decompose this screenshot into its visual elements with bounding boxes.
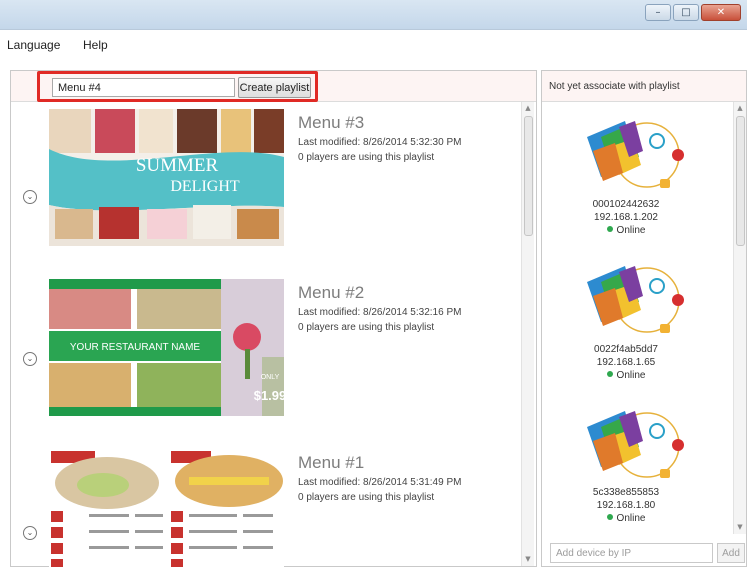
scroll-thumb[interactable] <box>524 116 533 236</box>
add-device-button[interactable]: Add <box>717 543 745 563</box>
playlist-thumbnail: YOUR RESTAURANT NAME ONLY $1.99 <box>49 279 284 416</box>
playlist-panel: Create playlist ⌄ SUMMER DE <box>10 70 537 567</box>
device-id: 5c338e855853 <box>592 487 660 498</box>
thumb-text: $1.99 <box>254 388 284 403</box>
highlight-box <box>37 71 318 102</box>
device-ip: 192.168.1.65 <box>596 357 656 368</box>
playlist-modified: Last modified: 8/26/2014 5:31:49 PM <box>298 477 462 488</box>
thumb-text: SUMMER <box>136 155 219 176</box>
device-status: Online <box>542 513 710 524</box>
playlist-players: 0 players are using this playlist <box>298 492 435 503</box>
playlist-toolbar: Create playlist <box>11 71 536 102</box>
playlist-title: Menu #1 <box>298 453 365 472</box>
window-controls: – □ ✕ <box>645 4 741 21</box>
chevron-down-icon[interactable]: ⌄ <box>23 526 37 540</box>
device-ip: 192.168.1.80 <box>596 500 656 511</box>
close-button[interactable]: ✕ <box>701 4 741 21</box>
add-device-ip-input[interactable] <box>550 543 713 563</box>
window-titlebar: – □ ✕ <box>0 0 747 30</box>
device-item[interactable]: 5c338e855853 192.168.1.80 Online <box>542 407 730 547</box>
playlist-title: Menu #3 <box>298 113 365 132</box>
scroll-thumb[interactable] <box>736 116 745 246</box>
playlist-players: 0 players are using this playlist <box>298 152 435 163</box>
scroll-up-icon[interactable]: ▲ <box>734 102 746 114</box>
device-item[interactable]: 000102442632 192.168.1.202 Online <box>542 117 730 257</box>
online-status-icon <box>606 226 613 232</box>
status-text: Online <box>616 513 646 524</box>
minimize-button[interactable]: – <box>645 4 671 21</box>
playlist-modified: Last modified: 8/26/2014 5:32:16 PM <box>298 307 462 318</box>
playlist-thumbnail: SUMMER DELIGHT <box>49 109 284 246</box>
scroll-down-icon[interactable]: ▼ <box>522 553 534 565</box>
device-id: 0022f4ab5dd7 <box>594 344 658 355</box>
playlist-item[interactable]: ⌄ YOUR RESTAURANT NAME ONLY $1.99 Menu # <box>11 279 519 429</box>
device-player-icon <box>587 266 684 333</box>
scroll-up-icon[interactable]: ▲ <box>522 102 534 114</box>
device-ip: 192.168.1.202 <box>594 212 658 223</box>
maximize-button[interactable]: □ <box>673 4 699 21</box>
devices-scrollbar[interactable]: ▲ ▼ <box>733 102 746 534</box>
chevron-down-icon[interactable]: ⌄ <box>23 352 37 366</box>
devices-panel: Not yet associate with playlist 00010244… <box>541 70 747 567</box>
device-id: 000102442632 <box>592 199 660 210</box>
scroll-down-icon[interactable]: ▼ <box>734 521 746 533</box>
playlist-modified: Last modified: 8/26/2014 5:32:30 PM <box>298 137 462 148</box>
playlist-scrollbar[interactable]: ▲ ▼ <box>521 102 534 566</box>
status-text: Online <box>616 370 646 381</box>
playlist-players: 0 players are using this playlist <box>298 322 435 333</box>
device-status: Online <box>542 225 710 236</box>
menu-help[interactable]: Help <box>83 38 108 52</box>
device-player-icon <box>587 411 684 478</box>
devices-header: Not yet associate with playlist <box>542 71 746 102</box>
playlist-item[interactable]: ⌄ SUMMER DELIGHT Menu #3 Last modified: … <box>11 109 519 259</box>
chevron-down-icon[interactable]: ⌄ <box>23 190 37 204</box>
playlist-thumbnail <box>49 449 284 567</box>
device-status: Online <box>542 370 710 381</box>
menubar: Language Help <box>0 30 747 70</box>
device-player-icon <box>587 121 684 188</box>
device-item[interactable]: 0022f4ab5dd7 192.168.1.65 Online <box>542 262 730 402</box>
online-status-icon <box>606 371 613 377</box>
thumb-text: DELIGHT <box>170 178 240 195</box>
thumb-text: YOUR RESTAURANT NAME <box>70 342 201 353</box>
menu-language[interactable]: Language <box>7 38 60 52</box>
status-text: Online <box>616 225 646 236</box>
playlist-title: Menu #2 <box>298 283 365 302</box>
playlist-item[interactable]: ⌄ Menu #1 Last modified: 8/26/2014 5:31:… <box>11 449 519 571</box>
thumb-text: ONLY <box>261 374 280 381</box>
online-status-icon <box>606 514 613 520</box>
